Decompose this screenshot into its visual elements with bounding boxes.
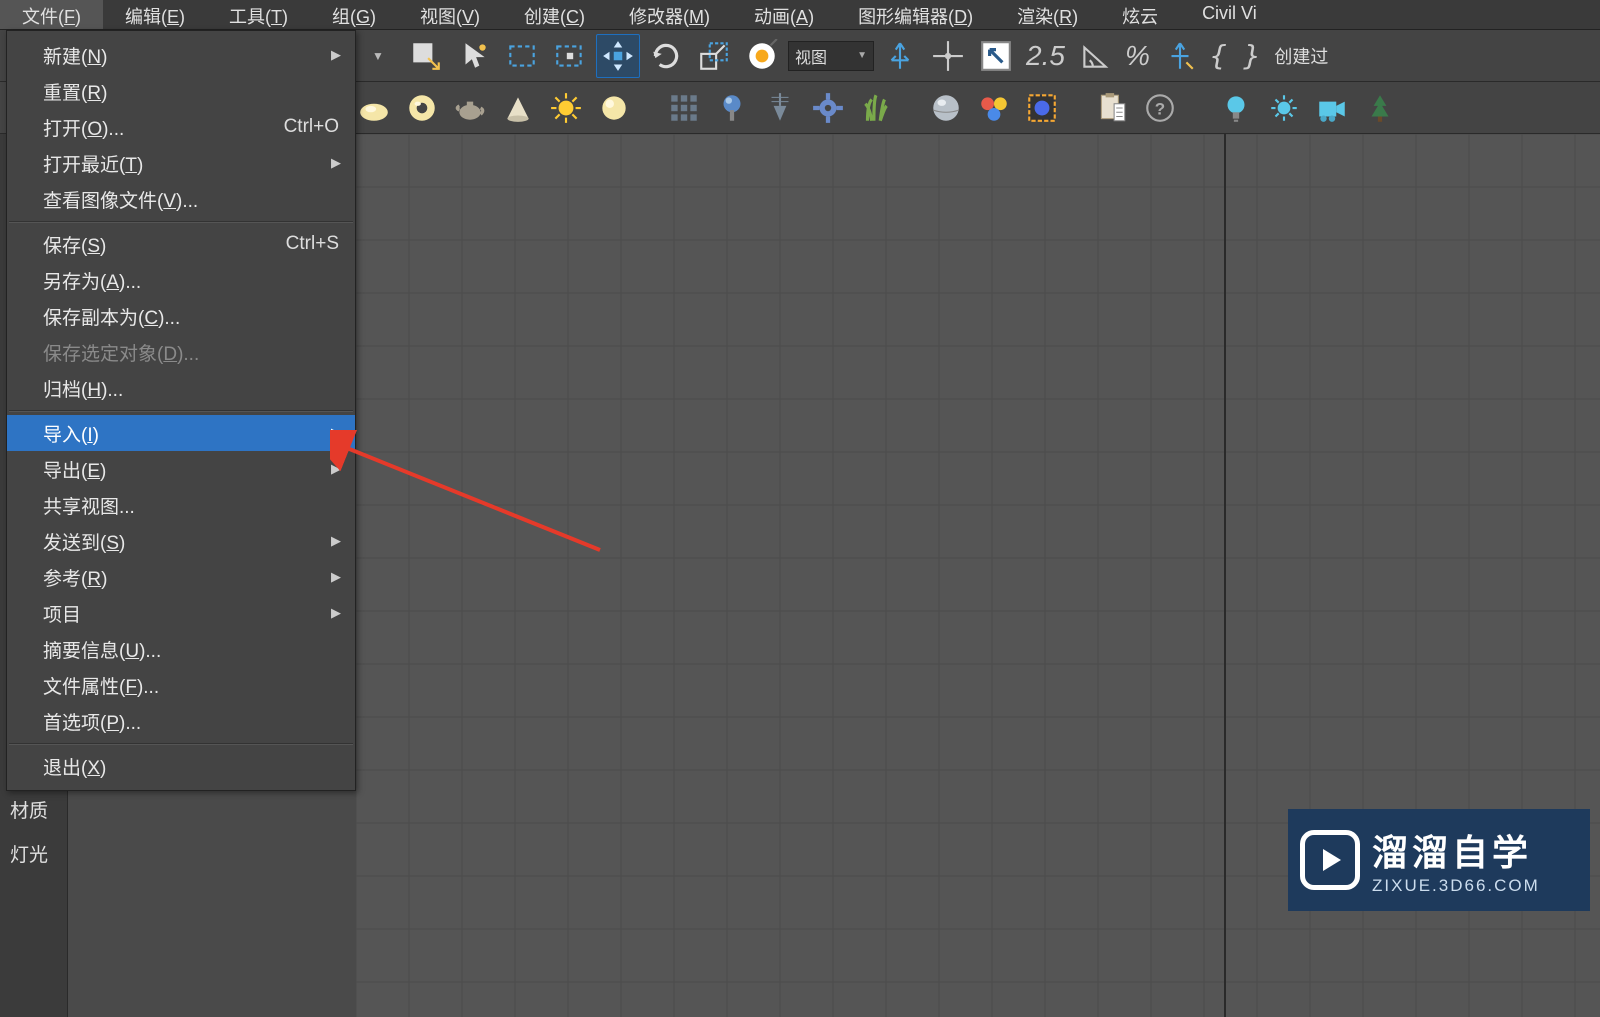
spacing-tool-icon[interactable] [758, 86, 802, 130]
file-menu-item-13[interactable]: 导出(E)▶ [7, 451, 355, 487]
sun-icon[interactable] [544, 86, 588, 130]
material-editor-icon[interactable] [1020, 86, 1064, 130]
spinner-snap-tool[interactable] [1158, 34, 1202, 78]
torus-icon[interactable] [400, 86, 444, 130]
file-menu-item-0[interactable]: 新建(N)▶ [7, 37, 355, 73]
help-icon[interactable]: ? [1138, 86, 1182, 130]
file-menu-item-14[interactable]: 共享视图... [7, 487, 355, 523]
file-menu-item-9: 保存选定对象(D)... [7, 334, 355, 370]
file-menu-item-7[interactable]: 另存为(A)... [7, 262, 355, 298]
tree-helper-icon[interactable] [1358, 86, 1402, 130]
menu-8[interactable]: 图形编辑器(D) [836, 0, 995, 29]
file-menu-item-19[interactable]: 文件属性(F)... [7, 667, 355, 703]
geosphere-icon[interactable] [352, 86, 396, 130]
array-icon[interactable] [662, 86, 706, 130]
file-menu-item-18[interactable]: 摘要信息(U)... [7, 631, 355, 667]
named-sel-label[interactable]: { } [1206, 39, 1265, 72]
file-menu-item-1[interactable]: 重置(R) [7, 73, 355, 109]
file-menu-item-20[interactable]: 首选项(P)... [7, 703, 355, 739]
rectangular-region-tool[interactable] [500, 34, 544, 78]
clipboard-icon[interactable] [1090, 86, 1134, 130]
create-selection-label[interactable]: 创建过 [1268, 43, 1328, 69]
angle-snap-value[interactable]: 2.5 [1022, 40, 1069, 72]
scale-tool[interactable] [692, 34, 736, 78]
menu-5[interactable]: 创建(C) [502, 0, 607, 29]
camera-icon[interactable] [1310, 86, 1354, 130]
menu-7[interactable]: 动画(A) [732, 0, 836, 29]
snapshot-icon[interactable] [710, 86, 754, 130]
material-category-label[interactable]: 材质 [10, 790, 48, 834]
left-category-labels: 材质 灯光 [10, 790, 48, 878]
file-menu-item-2[interactable]: 打开(O)...Ctrl+O [7, 109, 355, 145]
window-crossing-tool[interactable] [548, 34, 592, 78]
menubar: 文件(F)编辑(E)工具(T)组(G)视图(V)创建(C)修改器(M)动画(A)… [0, 0, 1600, 30]
keyboard-shortcut-tool[interactable] [974, 34, 1018, 78]
watermark-subtitle: ZIXUE.3D66.COM [1372, 876, 1540, 896]
select-manipulate-tool[interactable] [926, 34, 970, 78]
menu-0[interactable]: 文件(F) [0, 0, 103, 29]
file-menu-item-4[interactable]: 查看图像文件(V)... [7, 181, 355, 217]
chrome-sphere-icon[interactable] [924, 86, 968, 130]
placement-tool[interactable] [740, 34, 784, 78]
watermark-title: 溜溜自学 [1372, 824, 1540, 876]
spot-light-icon[interactable] [1262, 86, 1306, 130]
menu-9[interactable]: 渲染(R) [995, 0, 1100, 29]
percent-snap-label[interactable]: % [1121, 40, 1154, 72]
play-icon [1300, 830, 1360, 890]
grass-icon[interactable] [854, 86, 898, 130]
file-menu-item-17[interactable]: 项目▶ [7, 595, 355, 631]
file-menu-item-15[interactable]: 发送到(S)▶ [7, 523, 355, 559]
use-pivot-tool[interactable] [878, 34, 922, 78]
cone-icon[interactable] [496, 86, 540, 130]
ref-coord-dropdown[interactable]: 视图 [788, 41, 874, 71]
svg-text:?: ? [1155, 99, 1165, 118]
light-category-label[interactable]: 灯光 [10, 834, 48, 878]
file-menu-item-6[interactable]: 保存(S)Ctrl+S [7, 226, 355, 262]
bulb-icon[interactable] [1214, 86, 1258, 130]
select-by-name-tool[interactable] [452, 34, 496, 78]
menu-11[interactable]: Civil Vi [1180, 0, 1279, 29]
file-menu-item-10[interactable]: 归档(H)... [7, 370, 355, 406]
file-menu-item-3[interactable]: 打开最近(T)▶ [7, 145, 355, 181]
file-menu-item-12[interactable]: 导入(I)▶ [7, 415, 355, 451]
file-menu-item-22[interactable]: 退出(X) [7, 748, 355, 784]
menu-4[interactable]: 视图(V) [398, 0, 502, 29]
rotate-tool[interactable] [644, 34, 688, 78]
select-move-tool[interactable] [596, 34, 640, 78]
file-menu-dropdown: 新建(N)▶重置(R)打开(O)...Ctrl+O打开最近(T)▶查看图像文件(… [6, 30, 356, 791]
select-object-tool[interactable] [404, 34, 448, 78]
menu-6[interactable]: 修改器(M) [607, 0, 732, 29]
angle-snap-tool[interactable] [1073, 34, 1117, 78]
menu-3[interactable]: 组(G) [310, 0, 398, 29]
menu-1[interactable]: 编辑(E) [103, 0, 207, 29]
menu-10[interactable]: 炫云 [1100, 0, 1180, 29]
menu-2[interactable]: 工具(T) [207, 0, 310, 29]
dropdown-toggle[interactable]: ▼ [356, 34, 400, 78]
rgb-balls-icon[interactable] [972, 86, 1016, 130]
file-menu-item-8[interactable]: 保存副本为(C)... [7, 298, 355, 334]
gear-icon[interactable] [806, 86, 850, 130]
teapot-icon[interactable] [448, 86, 492, 130]
watermark-logo: 溜溜自学 ZIXUE.3D66.COM [1288, 809, 1590, 911]
sphere-light-icon[interactable] [592, 86, 636, 130]
file-menu-item-16[interactable]: 参考(R)▶ [7, 559, 355, 595]
